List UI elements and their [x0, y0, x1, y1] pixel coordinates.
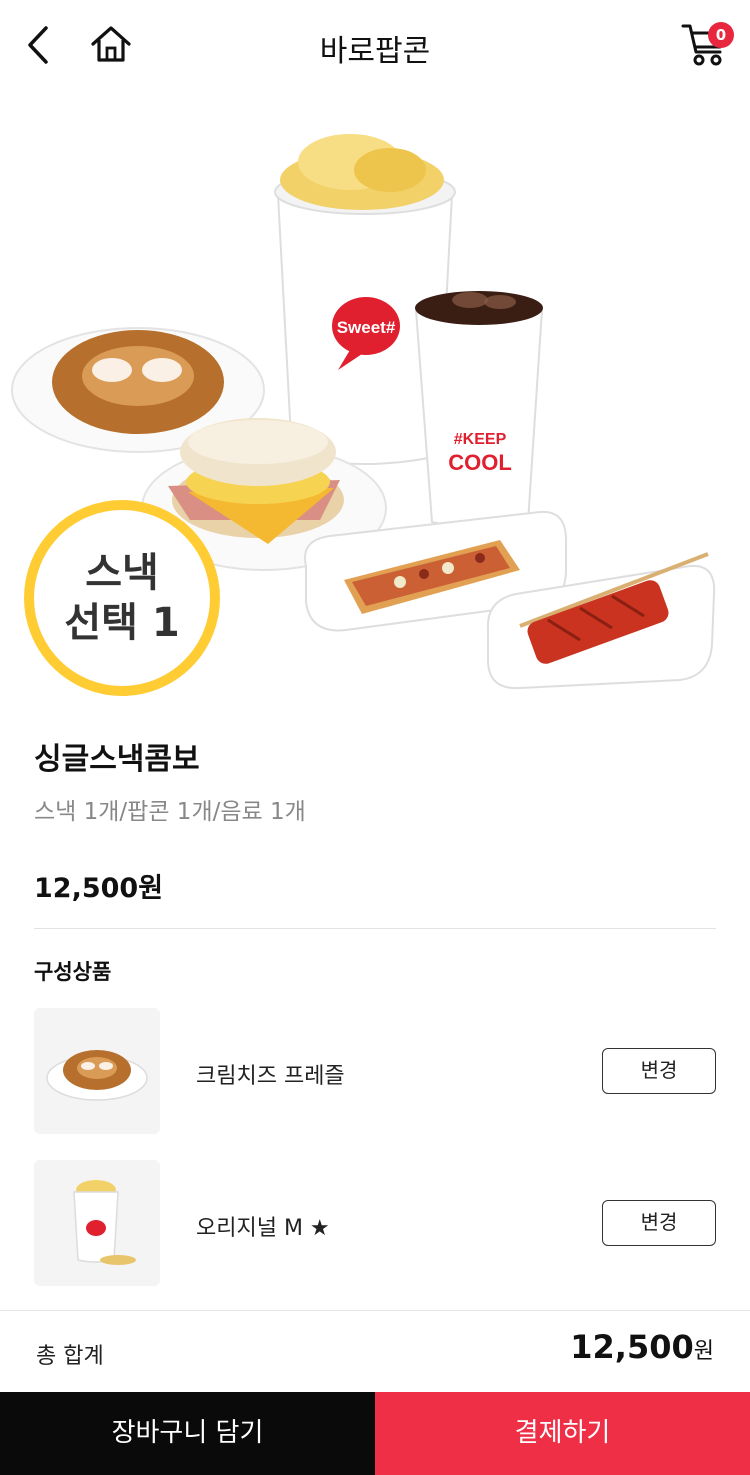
header: 바로팝콘 0 [0, 0, 750, 90]
product-price: 12,500원 [34, 873, 164, 904]
change-button[interactable]: 변경 [602, 1200, 716, 1246]
total-amount: 12,500원 [570, 1328, 714, 1366]
product-name: 싱글스낵콤보 [34, 742, 200, 777]
component-name: 오리지널 M ★ [196, 1216, 330, 1241]
divider [34, 928, 716, 929]
product-hero-image: Sweet# #KEEP COOL 스낵 선택 1 [0, 100, 750, 700]
page-title: 바로팝콘 [319, 34, 431, 69]
product-description: 스낵 1개/팝콘 1개/음료 1개 [34, 799, 306, 825]
cup-logo-text: Sweet# [337, 318, 396, 337]
popcorn-thumbnail [34, 1160, 160, 1286]
component-item: 오리지널 M ★ 변경 [34, 1160, 716, 1288]
drink-text-bottom: COOL [448, 450, 512, 475]
drink-text-top: #KEEP [454, 431, 507, 448]
badge-line-2: 선택 1 [64, 600, 180, 646]
component-item: 크림치즈 프레즐 변경 [34, 1008, 716, 1136]
snack-choice-badge: 스낵 선택 1 [24, 500, 220, 696]
total-amount-unit: 원 [693, 1339, 714, 1364]
checkout-button[interactable]: 결제하기 [375, 1392, 750, 1475]
cart-count-badge: 0 [708, 22, 734, 48]
total-amount-value: 12,500 [570, 1328, 694, 1366]
badge-line-1: 스낵 [85, 550, 159, 596]
pretzel-thumbnail [34, 1008, 160, 1134]
drink-cup-image: #KEEP COOL [414, 291, 544, 529]
add-to-cart-button[interactable]: 장바구니 담기 [0, 1392, 375, 1475]
components-title: 구성상품 [34, 960, 112, 984]
component-name: 크림치즈 프레즐 [196, 1064, 345, 1089]
total-divider [0, 1310, 750, 1311]
change-button[interactable]: 변경 [602, 1048, 716, 1094]
total-label: 총 합계 [36, 1344, 104, 1369]
bottom-action-bar: 장바구니 담기 결제하기 [0, 1392, 750, 1475]
